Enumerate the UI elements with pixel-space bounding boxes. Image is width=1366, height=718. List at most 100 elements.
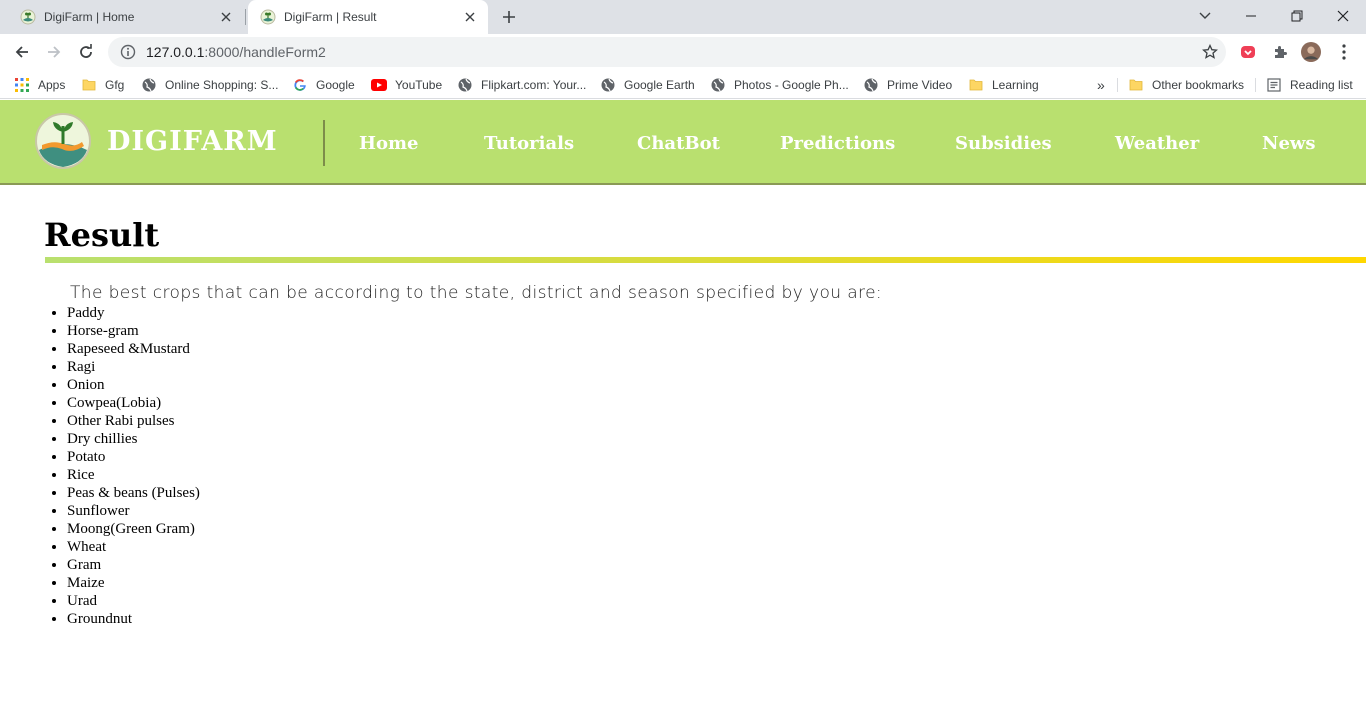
- browser-menu-icon[interactable]: [1334, 42, 1354, 62]
- address-bar[interactable]: 127.0.0.1:8000/handleForm2: [108, 37, 1226, 67]
- tab-search-chevron-down-icon[interactable]: [1182, 0, 1228, 32]
- tab-home[interactable]: DigiFarm | Home: [8, 0, 244, 34]
- result-description: The best crops that can be according to …: [70, 283, 883, 303]
- browser-toolbar: 127.0.0.1:8000/handleForm2: [0, 34, 1366, 70]
- close-icon[interactable]: [216, 7, 236, 27]
- crop-list-item: Urad: [67, 592, 200, 610]
- close-icon[interactable]: [460, 7, 480, 27]
- url-text: 127.0.0.1:8000/handleForm2: [146, 44, 326, 60]
- reload-button[interactable]: [72, 38, 100, 66]
- nav-tutorials[interactable]: Tutorials: [484, 133, 574, 154]
- bookmark-label: Prime Video: [887, 78, 953, 92]
- url-path: :8000/handleForm2: [204, 44, 326, 60]
- crop-list-item: Rapeseed &Mustard: [67, 340, 200, 358]
- page-title: Result: [44, 216, 160, 254]
- nav-news[interactable]: News: [1262, 133, 1316, 154]
- crop-list-item: Moong(Green Gram): [67, 520, 200, 538]
- url-host: 127.0.0.1: [146, 44, 205, 60]
- bookmarks-overflow-button[interactable]: »: [1097, 75, 1105, 95]
- title-underline: [45, 257, 1366, 263]
- folder-icon: [968, 77, 984, 93]
- bookmark-label: Other bookmarks: [1152, 78, 1245, 92]
- reading-list-icon: [1266, 77, 1282, 93]
- minimize-button[interactable]: [1228, 0, 1274, 32]
- crop-list-item: Gram: [67, 556, 200, 574]
- pocket-extension-icon[interactable]: [1238, 42, 1258, 62]
- nav-subsidies[interactable]: Subsidies: [955, 133, 1052, 154]
- youtube-icon: [371, 77, 387, 93]
- bookmark-google-photos[interactable]: Photos - Google Ph...: [710, 75, 849, 95]
- bookmarks-bar: Apps Gfg Online Shopping: S... Google Yo…: [0, 70, 1366, 99]
- nav-weather[interactable]: Weather: [1115, 133, 1199, 154]
- globe-icon: [863, 77, 879, 93]
- bookmark-youtube[interactable]: YouTube: [371, 75, 442, 95]
- bookmark-label: Gfg: [105, 78, 125, 92]
- brand-name[interactable]: DIGIFARM: [107, 126, 278, 157]
- bookmark-label: Google: [316, 78, 355, 92]
- bookmark-google[interactable]: Google: [292, 75, 355, 95]
- digifarm-favicon-icon: [260, 9, 276, 25]
- extensions-puzzle-icon[interactable]: [1270, 42, 1290, 62]
- crop-list: PaddyHorse-gramRapeseed &MustardRagiOnio…: [67, 304, 200, 628]
- info-icon[interactable]: [120, 44, 136, 60]
- site-header: DIGIFARM Home Tutorials ChatBot Predicti…: [0, 100, 1366, 185]
- crop-list-item: Paddy: [67, 304, 200, 322]
- back-button[interactable]: [8, 38, 36, 66]
- profile-avatar[interactable]: [1301, 42, 1321, 62]
- crop-list-item: Rice: [67, 466, 200, 484]
- window-close-button[interactable]: [1320, 0, 1366, 32]
- crop-list-item: Onion: [67, 376, 200, 394]
- globe-icon: [457, 77, 473, 93]
- crop-list-item: Sunflower: [67, 502, 200, 520]
- google-icon: [292, 77, 308, 93]
- bookmark-gfg[interactable]: Gfg: [81, 75, 124, 95]
- crop-list-item: Ragi: [67, 358, 200, 376]
- nav-chatbot[interactable]: ChatBot: [637, 133, 720, 154]
- bookmark-label: YouTube: [395, 78, 443, 92]
- crop-list-item: Other Rabi pulses: [67, 412, 200, 430]
- bookmark-label: Learning: [992, 78, 1039, 92]
- bookmark-label: Reading list: [1290, 78, 1353, 92]
- bookmark-learning[interactable]: Learning: [968, 75, 1039, 95]
- tab-title: DigiFarm | Result: [284, 10, 377, 24]
- digifarm-favicon-icon: [20, 9, 36, 25]
- tab-divider: [245, 9, 246, 25]
- bookmark-google-earth[interactable]: Google Earth: [600, 75, 695, 95]
- tab-title: DigiFarm | Home: [44, 10, 135, 24]
- bookmark-label: Flipkart.com: Your...: [481, 78, 587, 92]
- apps-grid-icon: [14, 77, 30, 93]
- nav-home[interactable]: Home: [359, 133, 419, 154]
- digifarm-logo-icon[interactable]: [34, 112, 92, 170]
- bookmark-star-icon[interactable]: [1202, 43, 1218, 60]
- tab-result[interactable]: DigiFarm | Result: [248, 0, 488, 34]
- bookmark-other-bookmarks[interactable]: Other bookmarks: [1128, 75, 1244, 95]
- globe-icon: [710, 77, 726, 93]
- header-divider: [323, 120, 325, 166]
- reading-list-button[interactable]: Reading list: [1266, 75, 1353, 95]
- bookmark-label: Google Earth: [624, 78, 695, 92]
- globe-icon: [600, 77, 616, 93]
- crop-list-item: Groundnut: [67, 610, 200, 628]
- crop-list-item: Peas & beans (Pulses): [67, 484, 200, 502]
- bookmark-prime-video[interactable]: Prime Video: [863, 75, 952, 95]
- bookmark-label: Photos - Google Ph...: [734, 78, 849, 92]
- crop-list-item: Dry chillies: [67, 430, 200, 448]
- bookmark-online-shopping[interactable]: Online Shopping: S...: [141, 75, 278, 95]
- bookmark-label: Apps: [38, 78, 66, 92]
- crop-list-item: Wheat: [67, 538, 200, 556]
- crop-list-item: Maize: [67, 574, 200, 592]
- bookmark-flipkart[interactable]: Flipkart.com: Your...: [457, 75, 586, 95]
- bookmarks-divider: [1117, 78, 1118, 92]
- crop-list-item: Cowpea(Lobia): [67, 394, 200, 412]
- crop-list-item: Horse-gram: [67, 322, 200, 340]
- tab-strip: DigiFarm | Home DigiFarm | Result: [0, 0, 1366, 34]
- restore-button[interactable]: [1274, 0, 1320, 32]
- folder-icon: [81, 77, 97, 93]
- bookmark-apps[interactable]: Apps: [14, 75, 65, 95]
- globe-icon: [141, 77, 157, 93]
- forward-button[interactable]: [40, 38, 68, 66]
- new-tab-button[interactable]: [497, 5, 521, 29]
- nav-predictions[interactable]: Predictions: [780, 133, 895, 154]
- folder-icon: [1128, 77, 1144, 93]
- bookmarks-divider: [1255, 78, 1256, 92]
